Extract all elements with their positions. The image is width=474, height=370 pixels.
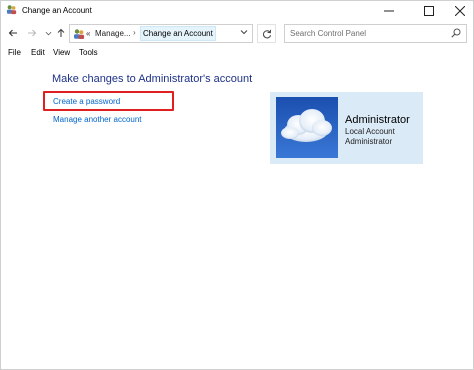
account-name: Administrator	[345, 114, 410, 126]
users-icon	[74, 29, 85, 39]
minimize-icon	[384, 10, 394, 12]
search-placeholder: Search Control Panel	[290, 29, 367, 38]
back-button[interactable]	[7, 26, 19, 40]
manage-another-account-link[interactable]: Manage another account	[53, 115, 142, 124]
menu-view[interactable]: View	[53, 48, 70, 57]
breadcrumb-overflow[interactable]: «	[86, 29, 90, 38]
users-icon	[6, 5, 17, 15]
close-icon	[455, 6, 465, 16]
maximize-icon	[424, 6, 434, 16]
maximize-button[interactable]	[415, 1, 443, 21]
main-content: Make changes to Administrator's account …	[1, 63, 473, 369]
menu-tools[interactable]: Tools	[79, 48, 98, 57]
recent-locations-button[interactable]	[42, 26, 54, 40]
up-arrow-icon	[57, 28, 65, 37]
forward-arrow-icon	[28, 29, 37, 37]
menu-edit[interactable]: Edit	[31, 48, 45, 57]
address-bar[interactable]: « Manage... › Change an Account	[69, 24, 253, 43]
refresh-button[interactable]	[257, 24, 276, 43]
create-password-link[interactable]: Create a password	[53, 97, 120, 106]
close-button[interactable]	[446, 1, 474, 21]
address-dropdown-button[interactable]	[240, 28, 248, 38]
avatar	[276, 97, 338, 158]
account-type: Local Account	[345, 127, 395, 136]
navigation-bar: « Manage... › Change an Account Search C…	[1, 22, 473, 44]
search-icon[interactable]	[451, 28, 461, 38]
up-button[interactable]	[55, 26, 67, 40]
breadcrumb-separator[interactable]: ›	[133, 28, 136, 37]
breadcrumb-item-current[interactable]: Change an Account	[140, 26, 216, 41]
window-title: Change an Account	[22, 6, 92, 15]
refresh-icon	[262, 29, 271, 38]
menu-bar: File Edit View Tools	[1, 46, 473, 61]
minimize-button[interactable]	[375, 1, 403, 21]
account-card: Administrator Local Account Administrato…	[270, 92, 423, 164]
chevron-down-icon	[45, 31, 51, 35]
page-title: Make changes to Administrator's account	[52, 73, 253, 85]
forward-button[interactable]	[26, 26, 38, 40]
breadcrumb-label: Change an Account	[143, 29, 213, 38]
back-arrow-icon	[8, 29, 17, 37]
window: Change an Account « Manage... › Change a…	[0, 0, 474, 370]
chevron-down-icon	[240, 30, 248, 35]
menu-file[interactable]: File	[8, 48, 21, 57]
breadcrumb-item-manage[interactable]: Manage...	[95, 29, 131, 38]
search-field[interactable]: Search Control Panel	[284, 24, 467, 43]
account-role: Administrator	[345, 137, 393, 146]
title-bar[interactable]: Change an Account	[1, 1, 473, 21]
